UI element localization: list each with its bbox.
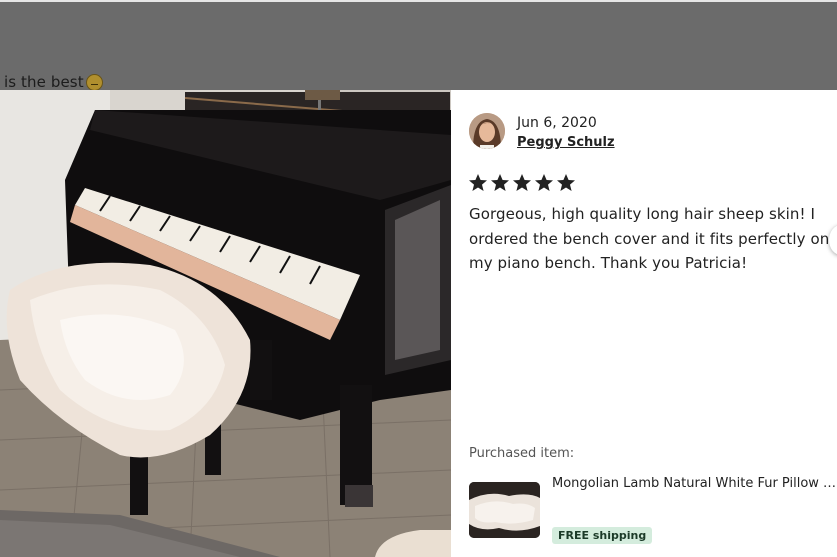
review-date: Jun 6, 2020 bbox=[517, 115, 597, 131]
free-shipping-badge: FREE shipping bbox=[552, 527, 653, 544]
background-caption-text: is the best bbox=[4, 73, 84, 91]
background-caption: is the best bbox=[4, 73, 103, 91]
star-icon bbox=[513, 174, 531, 191]
product-thumbnail-image bbox=[469, 482, 540, 538]
review-text: Gorgeous, high quality long hair sheep s… bbox=[469, 205, 830, 272]
review-photo-modal: Jun 6, 2020 Peggy Schulz Gorgeous, high … bbox=[0, 90, 837, 557]
grinning-face-emoji-icon bbox=[85, 73, 103, 91]
product-title-link[interactable]: Mongolian Lamb Natural White Fur Pillow … bbox=[552, 476, 837, 491]
star-icon bbox=[491, 174, 509, 191]
product-thumbnail[interactable] bbox=[469, 482, 540, 538]
purchased-item-label: Purchased item: bbox=[469, 446, 575, 461]
star-icon bbox=[535, 174, 553, 191]
star-icon bbox=[469, 174, 487, 191]
review-panel: Jun 6, 2020 Peggy Schulz Gorgeous, high … bbox=[451, 90, 837, 557]
star-icon bbox=[557, 174, 575, 191]
avatar-image bbox=[469, 113, 505, 149]
reviewer-name-link[interactable]: Peggy Schulz bbox=[517, 135, 615, 150]
reviewer-avatar[interactable] bbox=[469, 113, 505, 149]
star-rating bbox=[468, 173, 576, 193]
review-photo[interactable] bbox=[0, 90, 451, 557]
piano-bench-photo bbox=[0, 90, 451, 557]
